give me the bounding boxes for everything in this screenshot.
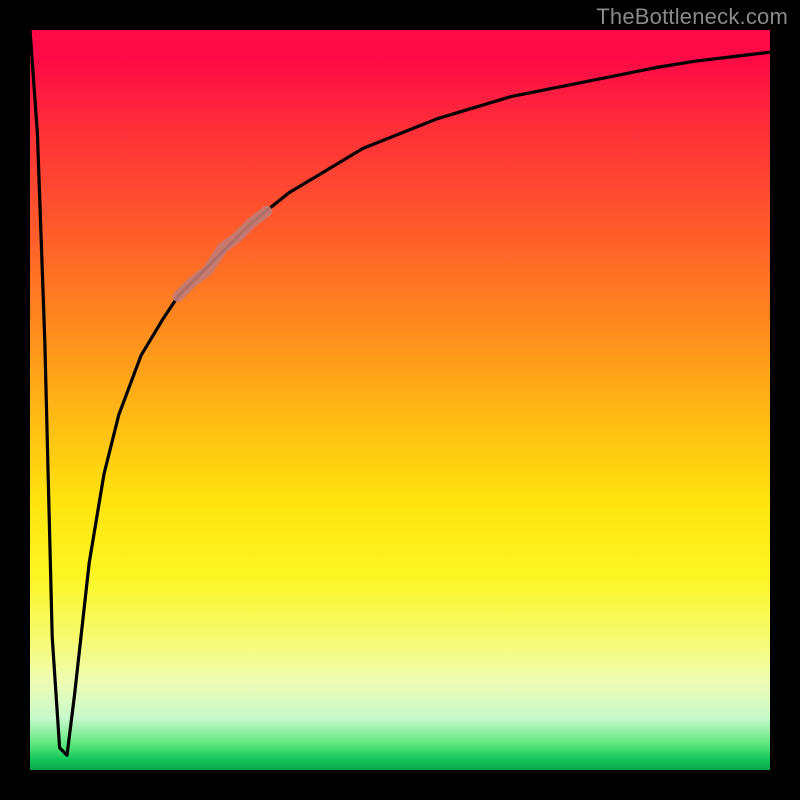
- plot-border-bottom: [0, 770, 800, 800]
- bottleneck-curve: [30, 30, 770, 755]
- plot-border-left: [0, 0, 30, 800]
- watermark-text: TheBottleneck.com: [596, 4, 788, 30]
- curve-layer: [30, 30, 770, 770]
- highlight-segment: [178, 211, 267, 296]
- plot-border-right: [770, 0, 800, 800]
- chart-stage: TheBottleneck.com: [0, 0, 800, 800]
